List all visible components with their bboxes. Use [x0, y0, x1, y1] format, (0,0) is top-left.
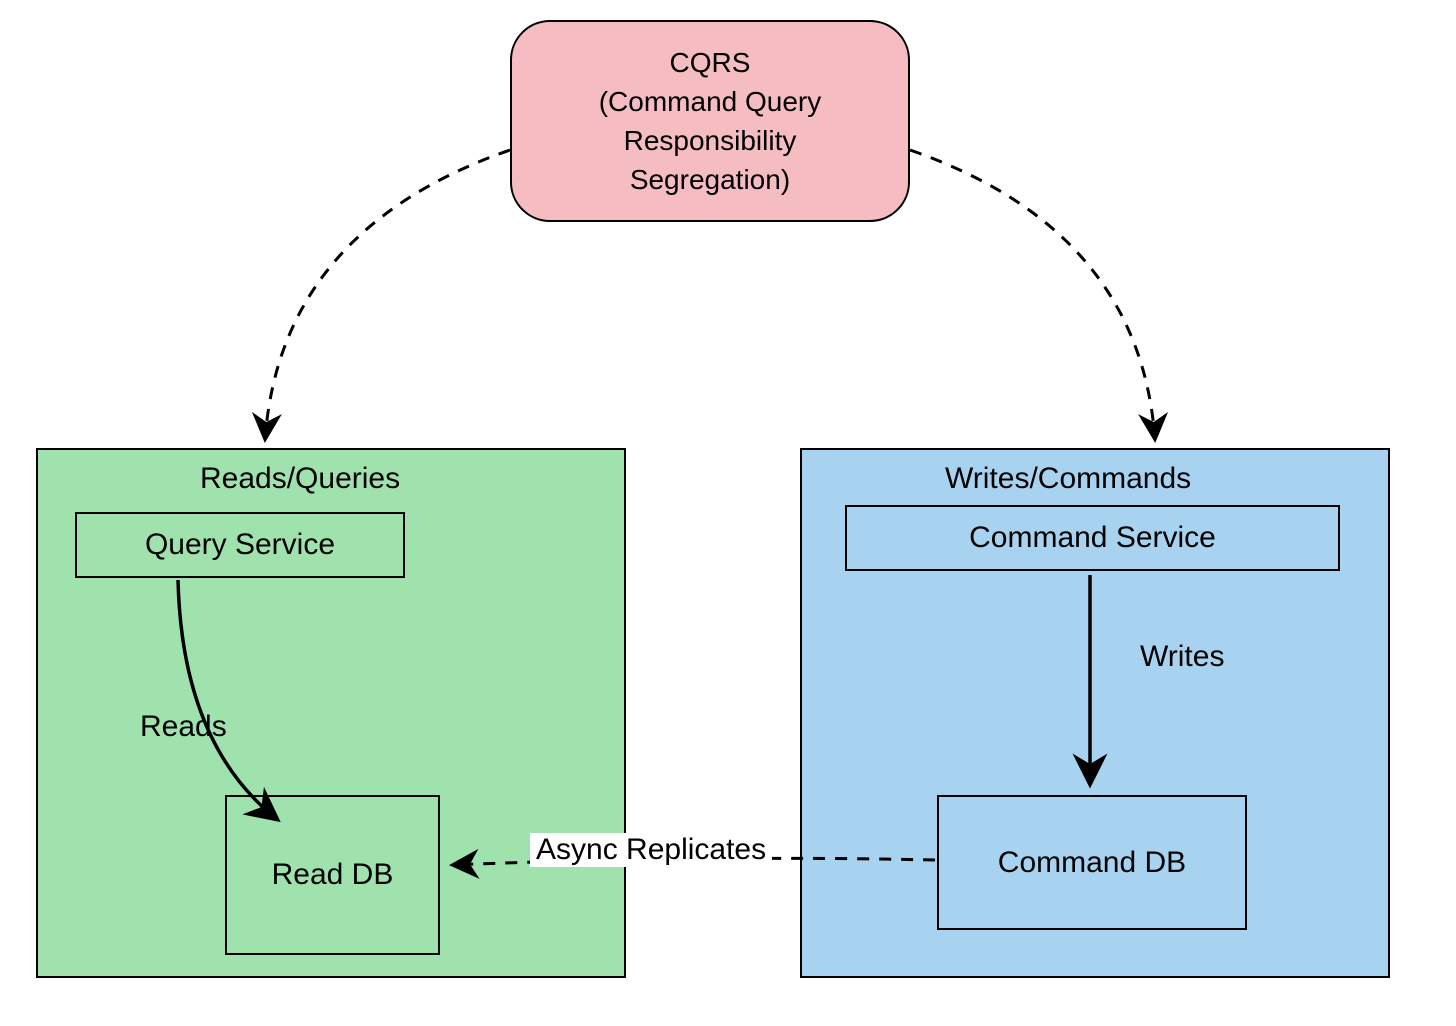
cqrs-line2: (Command Query	[599, 82, 822, 121]
replicates-edge-label: Async Replicates	[530, 833, 772, 867]
query-service-node: Query Service	[75, 512, 405, 578]
cqrs-line1: CQRS	[599, 43, 822, 82]
read-db-node: Read DB	[225, 795, 440, 955]
cqrs-diagram: CQRS (Command Query Responsibility Segre…	[0, 0, 1456, 1026]
reads-edge-label: Reads	[140, 710, 227, 744]
command-service-node: Command Service	[845, 505, 1340, 571]
cqrs-node: CQRS (Command Query Responsibility Segre…	[510, 20, 910, 222]
query-service-label: Query Service	[145, 528, 335, 562]
writes-edge-label: Writes	[1140, 640, 1224, 674]
command-service-label: Command Service	[969, 521, 1216, 555]
reads-panel-title: Reads/Queries	[200, 462, 400, 496]
command-db-label: Command DB	[998, 846, 1186, 880]
read-db-label: Read DB	[272, 858, 394, 892]
cqrs-line3: Responsibility	[599, 121, 822, 160]
edge-cqrs-to-reads	[265, 150, 510, 440]
command-db-node: Command DB	[937, 795, 1247, 930]
writes-panel-title: Writes/Commands	[945, 462, 1191, 496]
cqrs-line4: Segregation)	[599, 160, 822, 199]
edge-cqrs-to-writes	[910, 150, 1155, 440]
